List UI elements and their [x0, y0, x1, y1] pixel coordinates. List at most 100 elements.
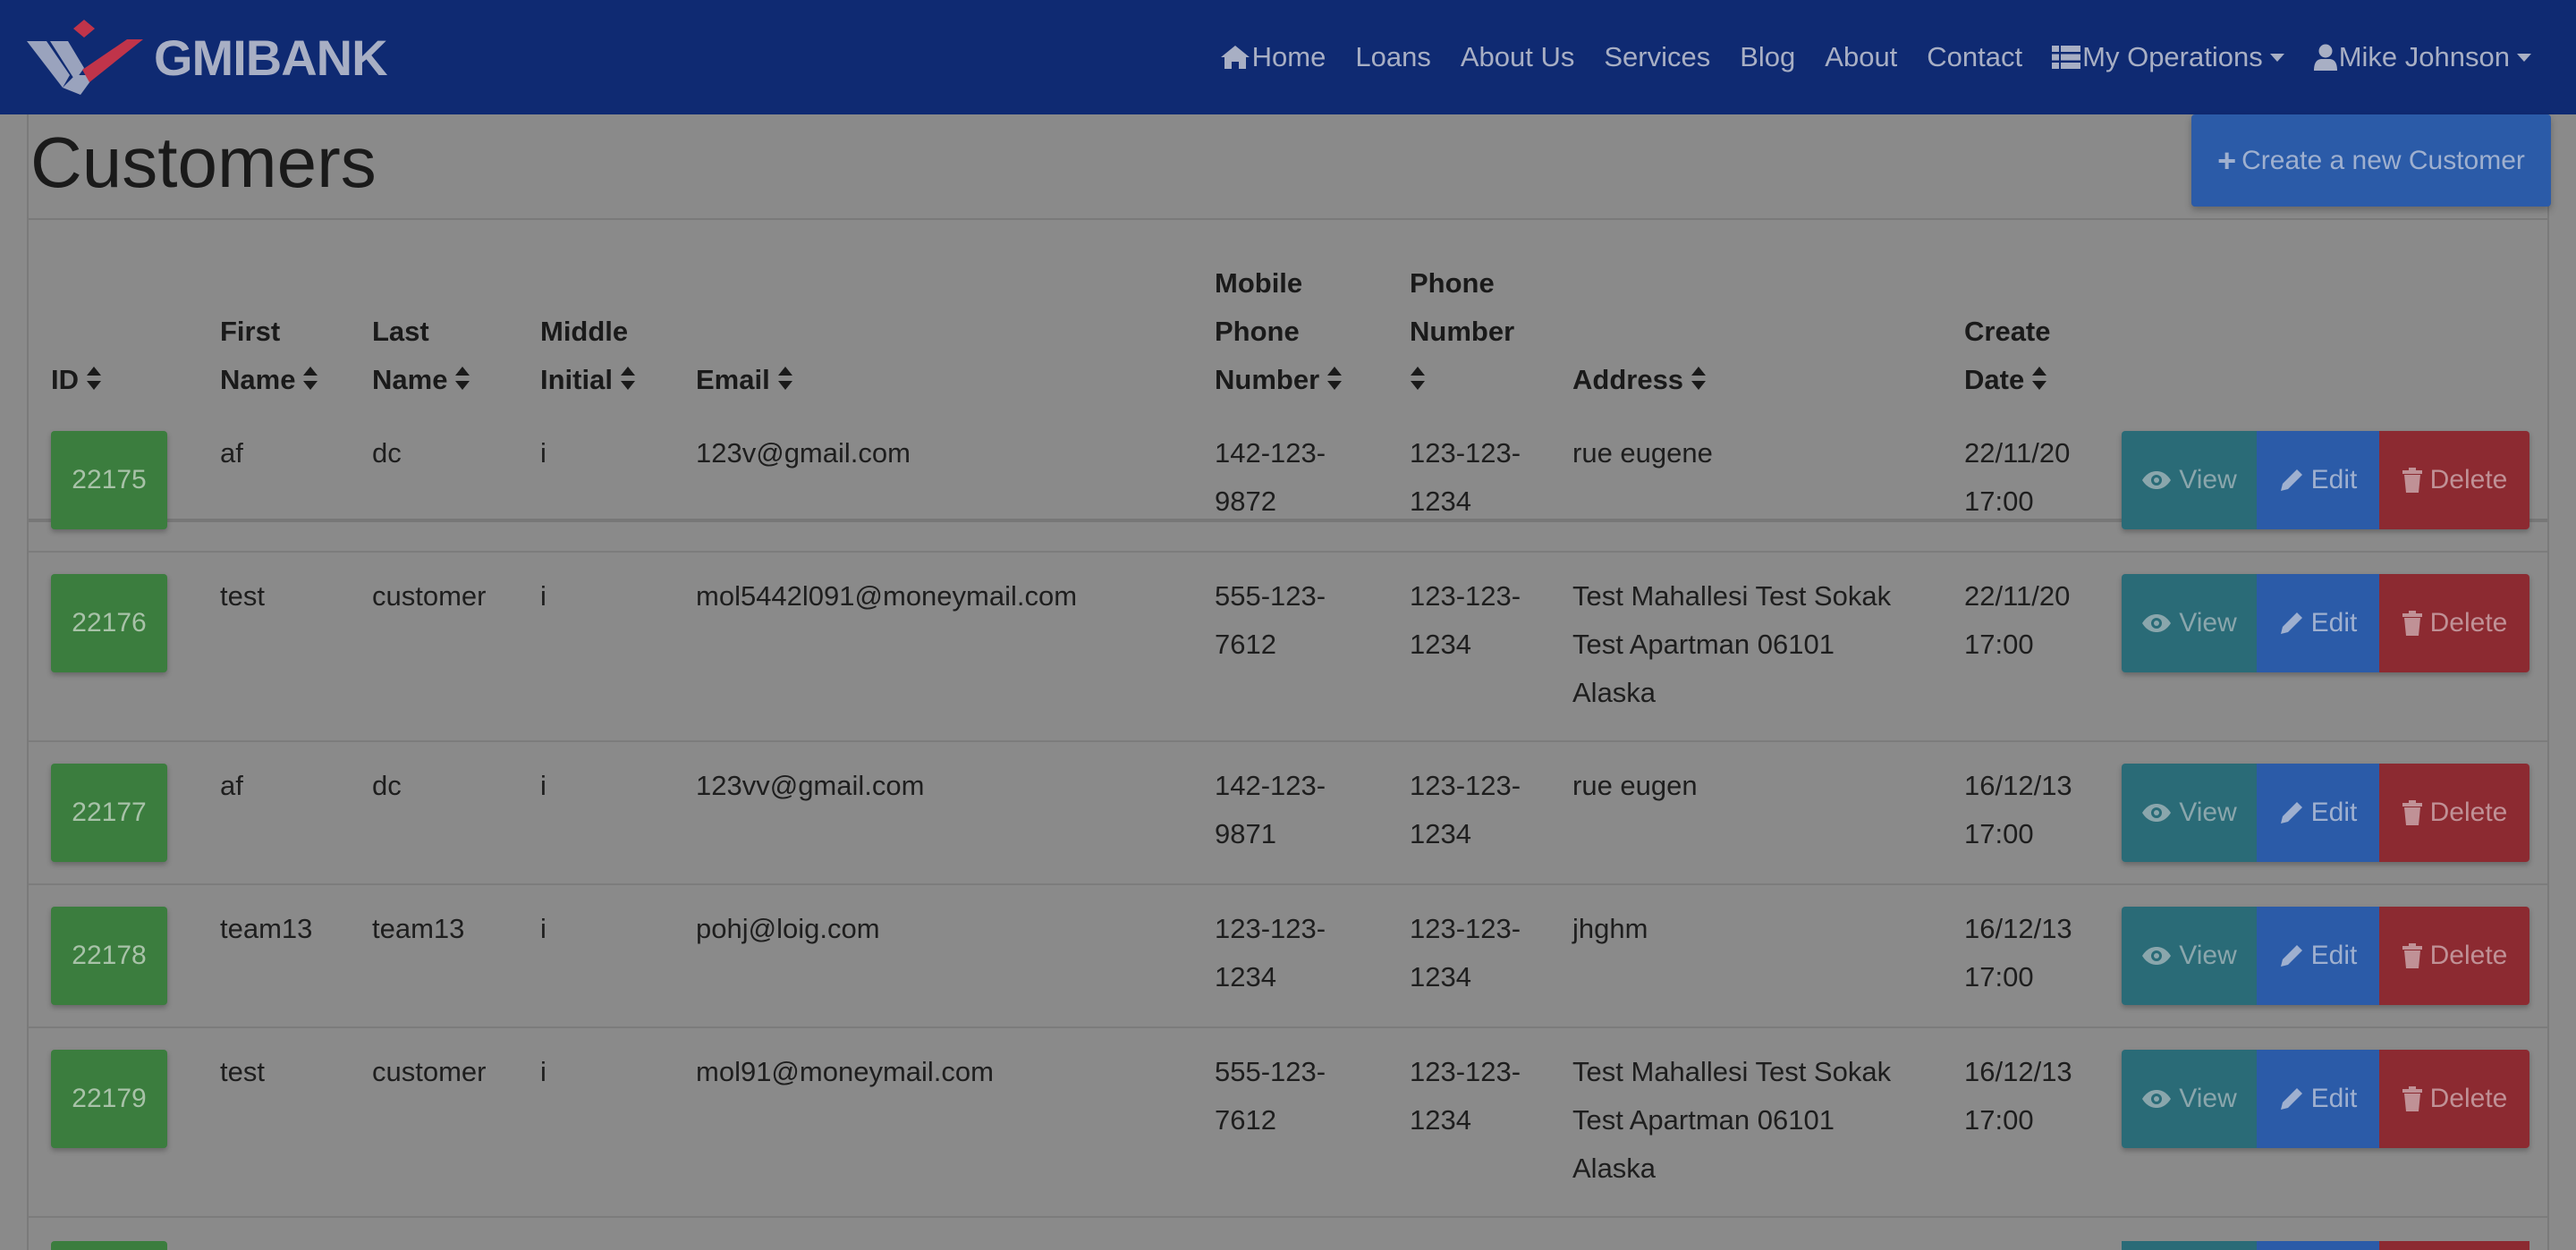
edit-button[interactable]: Edit: [2257, 764, 2379, 862]
cell-first-name: test: [220, 1056, 265, 1087]
sort-icon: [302, 358, 318, 406]
brand[interactable]: GMIBANK: [27, 20, 388, 95]
create-customer-button[interactable]: + Create a new Customer: [2191, 114, 2551, 207]
trash-icon: [2402, 468, 2422, 493]
cell-phone: 123-123- 1234: [1410, 572, 1521, 669]
sort-icon: [2031, 358, 2047, 406]
cell-last-name: dc: [372, 437, 402, 469]
view-button-partial[interactable]: [2122, 1241, 2257, 1250]
table-row: 22178 team13 team13 i pohj@loig.com 123-123- 1…: [29, 885, 2547, 1028]
eye-icon: [2142, 471, 2172, 489]
row-actions: View Edit Delete: [2122, 431, 2529, 529]
nav-contact[interactable]: Contact: [1927, 41, 2022, 73]
cell-email: 123v@gmail.com: [696, 437, 911, 469]
trash-icon: [2402, 611, 2422, 636]
nav-services[interactable]: Services: [1604, 41, 1710, 73]
mobile-line: 7612: [1215, 629, 1276, 660]
header-id[interactable]: ID: [51, 356, 102, 406]
phone-line: 123-123-: [1410, 1056, 1521, 1087]
cell-create-date: 22/11/20 17:00: [1964, 572, 2070, 669]
cell-address: rue eugen: [1572, 762, 1698, 810]
trash-icon: [2402, 943, 2422, 968]
user-icon: [2313, 44, 2337, 71]
nav-loans[interactable]: Loans: [1355, 41, 1430, 73]
phone-line: 1234: [1410, 961, 1471, 992]
delete-button-partial[interactable]: [2379, 1241, 2529, 1250]
header-last-name[interactable]: Last Name: [372, 308, 470, 406]
trash-icon: [2402, 800, 2422, 825]
address-line: Alaska: [1572, 677, 1657, 708]
nav-user-menu[interactable]: Mike Johnson: [2313, 41, 2531, 73]
header-middle-initial-line1: Middle: [540, 316, 629, 347]
header-create-date-line2: Date: [1964, 364, 2025, 395]
header-phone[interactable]: Phone Number: [1410, 259, 1514, 406]
id-badge-partial[interactable]: [51, 1241, 167, 1250]
customer-id-button[interactable]: 22175: [51, 431, 167, 529]
cell-middle-initial: i: [540, 913, 547, 944]
brand-name: GMIBANK: [154, 29, 388, 86]
table-row: 22175 af dc i 123v@gmail.com 142-123- 9872 123-…: [29, 410, 2547, 553]
mobile-line: 555-123-: [1215, 580, 1326, 612]
plus-icon: +: [2217, 141, 2237, 179]
cell-phone: 123-123- 1234: [1410, 905, 1521, 1001]
address-line: Test Mahallesi Test Sokak: [1572, 1056, 1892, 1087]
phone-line: 123-123-: [1410, 437, 1521, 469]
customer-id-button[interactable]: 22178: [51, 907, 167, 1005]
edit-button-partial[interactable]: [2257, 1241, 2379, 1250]
edit-button[interactable]: Edit: [2257, 1050, 2379, 1148]
phone-line: 123-123-: [1410, 913, 1521, 944]
edit-button[interactable]: Edit: [2257, 907, 2379, 1005]
view-button[interactable]: View: [2122, 431, 2257, 529]
edit-button[interactable]: Edit: [2257, 574, 2379, 672]
delete-button[interactable]: Delete: [2379, 907, 2529, 1005]
view-button[interactable]: View: [2122, 907, 2257, 1005]
delete-button[interactable]: Delete: [2379, 1050, 2529, 1148]
customer-id-button[interactable]: 22177: [51, 764, 167, 862]
header-email[interactable]: Email: [696, 356, 793, 406]
mobile-line: 7612: [1215, 1104, 1276, 1136]
header-address[interactable]: Address: [1572, 356, 1707, 406]
header-middle-initial[interactable]: Middle Initial: [540, 308, 636, 406]
view-button[interactable]: View: [2122, 1050, 2257, 1148]
cell-last-name: customer: [372, 580, 487, 612]
view-button[interactable]: View: [2122, 764, 2257, 862]
delete-label: Delete: [2429, 465, 2508, 494]
sort-icon: [1326, 358, 1343, 406]
nav-blog[interactable]: Blog: [1740, 41, 1795, 73]
cell-middle-initial: i: [540, 1056, 547, 1087]
delete-label: Delete: [2429, 798, 2508, 827]
header-phone-line2: Number: [1410, 316, 1515, 347]
header-first-name[interactable]: First Name: [220, 308, 318, 406]
date-line: 22/11/20: [1964, 580, 2071, 612]
sort-icon: [777, 358, 793, 406]
edit-label: Edit: [2310, 941, 2358, 970]
delete-button[interactable]: Delete: [2379, 431, 2529, 529]
customer-id-button[interactable]: 22176: [51, 574, 167, 672]
cell-email: 123vv@gmail.com: [696, 770, 925, 801]
cell-last-name: customer: [372, 1056, 487, 1087]
row-actions: View Edit Delete: [2122, 907, 2529, 1005]
address-line: Alaska: [1572, 1153, 1657, 1184]
view-label: View: [2179, 465, 2237, 494]
nav-home[interactable]: Home: [1220, 41, 1326, 73]
header-mobile-phone[interactable]: Mobile Phone Number: [1215, 259, 1343, 406]
nav-about[interactable]: About: [1825, 41, 1897, 73]
nav-about-us[interactable]: About Us: [1461, 41, 1575, 73]
nav-my-operations[interactable]: My Operations: [2052, 41, 2284, 73]
phone-line: 1234: [1410, 818, 1471, 849]
sort-icon: [1690, 358, 1707, 406]
chevron-down-icon: [2269, 53, 2284, 62]
nav-user-label: Mike Johnson: [2338, 41, 2510, 72]
edit-label: Edit: [2310, 465, 2358, 494]
delete-label: Delete: [2429, 941, 2508, 970]
delete-button[interactable]: Delete: [2379, 574, 2529, 672]
header-create-date[interactable]: Create Date: [1964, 308, 2051, 406]
delete-button[interactable]: Delete: [2379, 764, 2529, 862]
customer-id-button[interactable]: 22179: [51, 1050, 167, 1148]
view-button[interactable]: View: [2122, 574, 2257, 672]
view-label: View: [2179, 608, 2237, 638]
address-line: Test Mahallesi Test Sokak: [1572, 580, 1892, 612]
edit-button[interactable]: Edit: [2257, 431, 2379, 529]
date-line: 22/11/20: [1964, 437, 2071, 469]
cell-first-name: test: [220, 580, 265, 612]
